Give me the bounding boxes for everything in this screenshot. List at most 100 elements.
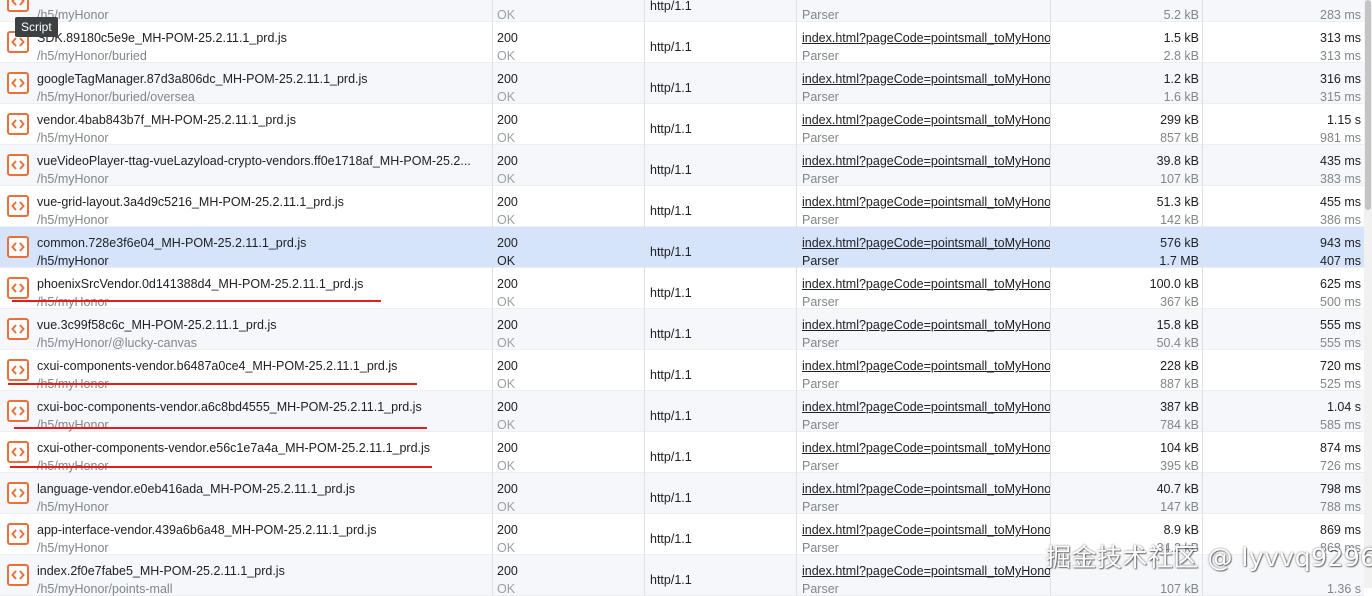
latency: 788 ms xyxy=(1320,500,1361,514)
name-cell: common.728e3f6e04_MH-POM-25.2.11.1_prd.j… xyxy=(0,227,492,268)
initiator-link[interactable]: index.html?pageCode=pointsmall_toMyHonor xyxy=(802,399,1050,415)
resource-size: 50.4 kB xyxy=(1156,336,1199,350)
request-path: /h5/myHonor xyxy=(37,418,109,432)
total-time: 943 ms xyxy=(1320,236,1361,250)
request-row[interactable]: cxui-boc-components-vendor.a6c8bd4555_MH… xyxy=(0,391,1364,432)
resource-size: 107 kB xyxy=(1160,582,1199,596)
script-file-icon xyxy=(7,0,29,12)
script-file-icon xyxy=(7,72,29,94)
name-cell: SDK.89180c5e9e_MH-POM-25.2.11.1_prd.js /… xyxy=(0,22,492,63)
script-file-icon xyxy=(7,482,29,504)
initiator-link[interactable]: index.html?pageCode=pointsmall_toMyHonor xyxy=(802,276,1050,292)
latency: 1.36 s xyxy=(1326,582,1361,596)
name-cell: cxui-boc-components-vendor.a6c8bd4555_MH… xyxy=(0,391,492,432)
time-cell: 283 ms xyxy=(1202,0,1364,22)
transfer-size: 387 kB xyxy=(1160,400,1199,414)
request-path: /h5/myHonor xyxy=(37,541,109,555)
status-text: OK xyxy=(497,8,516,22)
transfer-size: 1.5 kB xyxy=(1163,31,1199,45)
initiator-type: Parser xyxy=(802,90,839,104)
request-row[interactable]: phoenixSrcVendor.0d141388d4_MH-POM-25.2.… xyxy=(0,268,1364,309)
annotation-underline xyxy=(12,300,381,302)
initiator-type: Parser xyxy=(802,459,839,473)
request-row[interactable]: vendor.4bab843b7f_MH-POM-25.2.11.1_prd.j… xyxy=(0,104,1364,145)
request-name: language-vendor.e0eb416ada_MH-POM-25.2.1… xyxy=(37,482,356,496)
total-time: 316 ms xyxy=(1320,72,1361,86)
initiator-cell: index.html?pageCode=pointsmall_toMyHonor… xyxy=(796,104,1050,145)
status-cell: 200 OK xyxy=(492,350,644,391)
initiator-link[interactable]: index.html?pageCode=pointsmall_toMyHonor xyxy=(802,563,1050,579)
initiator-link[interactable]: index.html?pageCode=pointsmall_toMyHonor xyxy=(802,440,1050,456)
resource-size: 857 kB xyxy=(1160,131,1199,145)
request-name: app-interface-vendor.439a6b6a48_MH-POM-2… xyxy=(37,523,377,537)
request-row[interactable]: vue.3c99f58c6c_MH-POM-25.2.11.1_prd.js /… xyxy=(0,309,1364,350)
name-cell: index.2f0e7fabe5_MH-POM-25.2.11.1_prd.js… xyxy=(0,555,492,596)
request-row[interactable]: language-vendor.e0eb416ada_MH-POM-25.2.1… xyxy=(0,473,1364,514)
status-text: OK xyxy=(497,213,516,227)
transfer-size: 228 kB xyxy=(1160,359,1199,373)
request-path: /h5/myHonor/buried/oversea xyxy=(37,90,195,104)
initiator-link[interactable]: index.html?pageCode=pointsmall_toMyHonor xyxy=(802,112,1050,128)
time-cell: 455 ms 386 ms xyxy=(1202,186,1364,227)
status-code: 200 xyxy=(497,400,518,414)
initiator-cell: Parser xyxy=(796,0,1050,22)
size-cell: 299 kB 857 kB xyxy=(1050,104,1202,145)
initiator-link[interactable]: index.html?pageCode=pointsmall_toMyHonor xyxy=(802,317,1050,333)
status-code: 200 xyxy=(497,31,518,45)
initiator-link[interactable]: index.html?pageCode=pointsmall_toMyHonor xyxy=(802,71,1050,87)
initiator-link[interactable]: index.html?pageCode=pointsmall_toMyHonor xyxy=(802,481,1050,497)
request-row[interactable]: SDK.89180c5e9e_MH-POM-25.2.11.1_prd.js /… xyxy=(0,22,1364,63)
request-row-selected[interactable]: common.728e3f6e04_MH-POM-25.2.11.1_prd.j… xyxy=(0,227,1364,268)
status-cell: 200 OK xyxy=(492,514,644,555)
initiator-cell: index.html?pageCode=pointsmall_toMyHonor… xyxy=(796,309,1050,350)
initiator-type: Parser xyxy=(802,172,839,186)
initiator-type: Parser xyxy=(802,336,839,350)
size-cell: 387 kB 784 kB xyxy=(1050,391,1202,432)
script-file-icon xyxy=(7,277,29,299)
size-cell: 1.5 kB 2.8 kB xyxy=(1050,22,1202,63)
total-time: 869 ms xyxy=(1320,523,1361,537)
transfer-size: 40.7 kB xyxy=(1156,482,1199,496)
initiator-link[interactable]: index.html?pageCode=pointsmall_toMyHonor xyxy=(802,153,1050,169)
name-cell: vendor.4bab843b7f_MH-POM-25.2.11.1_prd.j… xyxy=(0,104,492,145)
request-path: /h5/myHonor xyxy=(37,500,109,514)
latency: 315 ms xyxy=(1320,90,1361,104)
request-row[interactable]: /h5/myHonor OK http/1.1 Parser 5.2 kB 28… xyxy=(0,0,1364,22)
name-cell: phoenixSrcVendor.0d141388d4_MH-POM-25.2.… xyxy=(0,268,492,309)
initiator-type: Parser xyxy=(802,49,839,63)
name-cell: vue.3c99f58c6c_MH-POM-25.2.11.1_prd.js /… xyxy=(0,309,492,350)
status-text: OK xyxy=(497,541,516,555)
request-name: cxui-boc-components-vendor.a6c8bd4555_MH… xyxy=(37,400,422,414)
initiator-link[interactable]: index.html?pageCode=pointsmall_toMyHonor xyxy=(802,30,1050,46)
status-cell: 200 OK xyxy=(492,104,644,145)
name-cell: language-vendor.e0eb416ada_MH-POM-25.2.1… xyxy=(0,473,492,514)
status-text: OK xyxy=(497,582,516,596)
protocol: http/1.1 xyxy=(650,245,692,259)
request-row[interactable]: vue-grid-layout.3a4d9c5216_MH-POM-25.2.1… xyxy=(0,186,1364,227)
transfer-size: 1.2 kB xyxy=(1163,72,1199,86)
status-cell: OK xyxy=(492,0,644,22)
protocol: http/1.1 xyxy=(650,368,692,382)
total-time: 1.15 s xyxy=(1326,113,1361,127)
size-cell: 40.7 kB 147 kB xyxy=(1050,473,1202,514)
initiator-cell: index.html?pageCode=pointsmall_toMyHonor… xyxy=(796,555,1050,596)
transfer-size: 104 kB xyxy=(1160,441,1199,455)
status-cell: 200 OK xyxy=(492,145,644,186)
script-file-icon xyxy=(7,400,29,422)
initiator-link[interactable]: index.html?pageCode=pointsmall_toMyHonor xyxy=(802,522,1050,538)
request-row[interactable]: googleTagManager.87d3a806dc_MH-POM-25.2.… xyxy=(0,63,1364,104)
protocol-cell: http/1.1 xyxy=(644,104,796,145)
scrollbar-thumb[interactable] xyxy=(1365,0,1371,210)
request-name: vue-grid-layout.3a4d9c5216_MH-POM-25.2.1… xyxy=(37,195,344,209)
request-row[interactable]: vueVideoPlayer-ttag-vueLazyload-crypto-v… xyxy=(0,145,1364,186)
vertical-scrollbar[interactable] xyxy=(1364,0,1372,588)
initiator-link[interactable]: index.html?pageCode=pointsmall_toMyHonor xyxy=(802,235,1050,251)
protocol-cell: http/1.1 xyxy=(644,514,796,555)
status-code: 200 xyxy=(497,318,518,332)
status-code: 200 xyxy=(497,236,518,250)
initiator-link[interactable]: index.html?pageCode=pointsmall_toMyHonor xyxy=(802,194,1050,210)
time-cell: 1.15 s 981 ms xyxy=(1202,104,1364,145)
latency: 585 ms xyxy=(1320,418,1361,432)
protocol-cell: http/1.1 xyxy=(644,0,796,22)
initiator-link[interactable]: index.html?pageCode=pointsmall_toMyHonor xyxy=(802,358,1050,374)
